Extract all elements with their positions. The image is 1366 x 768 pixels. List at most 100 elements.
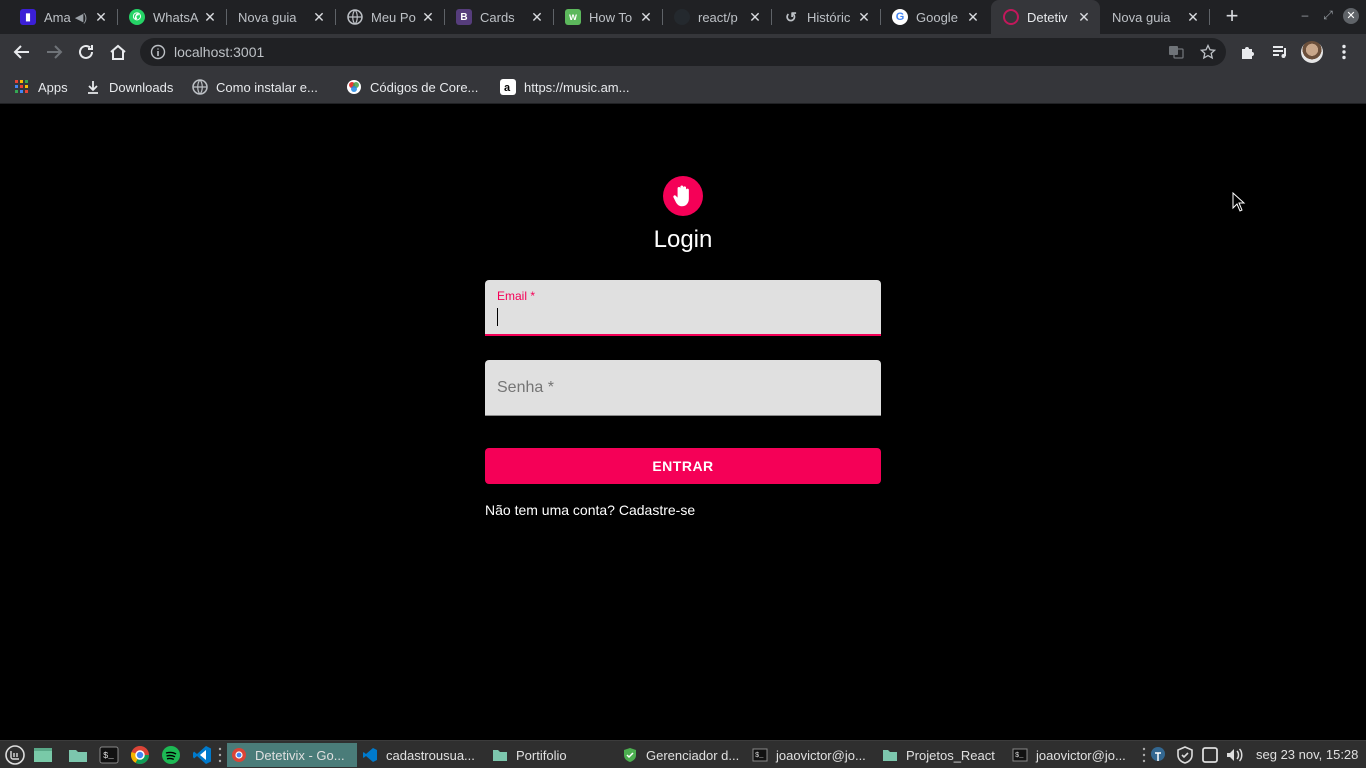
address-bar[interactable]: localhost:3001 xyxy=(140,38,1226,66)
taskbar-window-cadastro[interactable]: cadastrousua... xyxy=(358,743,483,767)
speaker-icon[interactable]: ◀) xyxy=(75,11,87,24)
back-arrow-icon xyxy=(13,45,29,59)
close-icon[interactable]: ✕ xyxy=(93,9,109,26)
translate-icon[interactable] xyxy=(1168,44,1184,60)
start-menu-icon[interactable] xyxy=(5,745,25,765)
vscode-icon xyxy=(363,748,377,762)
bookmark-como-instalar[interactable]: Como instalar e... xyxy=(192,77,318,97)
terminal-icon: $_ xyxy=(752,748,768,762)
taskbar: $_ Detetivix - Go... cadastrousua... Por… xyxy=(0,740,1366,768)
taskbar-window-detetivix[interactable]: Detetivix - Go... xyxy=(227,743,357,767)
tab-nova-guia[interactable]: Nova guia ✕ xyxy=(226,0,335,34)
taskbar-window-terminal-2[interactable]: $_ joaovictor@jo... xyxy=(1008,743,1136,767)
tab-how-to[interactable]: w How To ✕ xyxy=(553,0,662,34)
home-icon xyxy=(110,44,126,60)
tab-detetivix[interactable]: Detetiv ✕ xyxy=(991,0,1100,34)
puzzle-icon xyxy=(1242,47,1254,59)
close-icon[interactable]: ✕ xyxy=(202,9,218,26)
address-text[interactable]: localhost:3001 xyxy=(174,44,264,60)
close-icon[interactable]: ✕ xyxy=(1185,9,1201,26)
star-icon[interactable] xyxy=(1200,44,1216,60)
tab-title: How To xyxy=(589,9,633,25)
back-button[interactable] xyxy=(10,40,34,64)
spotify-icon[interactable] xyxy=(161,745,181,765)
close-icon[interactable]: ✕ xyxy=(638,9,654,26)
download-icon xyxy=(85,79,101,95)
volume-icon[interactable] xyxy=(1224,745,1244,765)
folder-icon xyxy=(883,750,897,761)
vscode-icon[interactable] xyxy=(192,745,212,765)
google-icon: G xyxy=(892,9,908,25)
tab-title: Históric xyxy=(807,9,851,25)
close-icon[interactable]: ✕ xyxy=(529,9,545,26)
tab-react[interactable]: react/p ✕ xyxy=(662,0,771,34)
tab-cards[interactable]: B Cards ✕ xyxy=(444,0,553,34)
close-window-icon[interactable]: ✕ xyxy=(1343,8,1359,24)
taskbar-window-portifolio[interactable]: Portifolio xyxy=(488,743,613,767)
amazon-music-icon: ▮ xyxy=(20,9,36,25)
tab-historico[interactable]: ↺ Históric ✕ xyxy=(771,0,880,34)
taskbar-window-projetos-react[interactable]: Projetos_React xyxy=(878,743,1004,767)
terminal-icon[interactable]: $_ xyxy=(99,745,119,765)
close-icon[interactable]: ✕ xyxy=(420,9,436,26)
email-input[interactable] xyxy=(497,306,869,328)
bookmark-downloads[interactable]: Downloads xyxy=(85,77,173,97)
senha-field[interactable]: Senha * xyxy=(485,360,881,416)
home-button[interactable] xyxy=(106,40,130,64)
folder-icon[interactable] xyxy=(68,745,88,765)
info-icon[interactable] xyxy=(150,44,166,60)
minimize-icon[interactable]: – xyxy=(1297,8,1313,22)
close-icon[interactable]: ✕ xyxy=(1076,9,1092,26)
tab-nova-guia-2[interactable]: Nova guia ✕ xyxy=(1100,0,1209,34)
close-icon[interactable]: ✕ xyxy=(747,9,763,26)
email-field[interactable]: Email * xyxy=(485,280,881,336)
restore-icon[interactable]: ⤢ xyxy=(1320,8,1336,23)
tab-meu-portfolio[interactable]: Meu Po ✕ xyxy=(335,0,444,34)
media-button[interactable] xyxy=(1268,40,1292,64)
browser-toolbar: localhost:3001 xyxy=(0,34,1366,70)
tab-google[interactable]: G Google ✕ xyxy=(880,0,989,34)
menu-button[interactable] xyxy=(1332,40,1356,64)
hand-stop-icon xyxy=(663,176,703,216)
new-tab-button[interactable]: + xyxy=(1220,5,1244,29)
postgres-icon[interactable] xyxy=(1148,745,1168,765)
window-label: Portifolio xyxy=(516,747,567,763)
window-label: joaovictor@jo... xyxy=(776,747,866,763)
window-tray-icon[interactable] xyxy=(1200,745,1220,765)
tab-title: Detetiv xyxy=(1027,9,1068,25)
bootstrap-icon: B xyxy=(456,9,472,25)
login-page: Login Email * Senha * ENTRAR Não tem uma… xyxy=(0,104,1366,740)
bookmark-music-amazon[interactable]: a https://music.am... xyxy=(500,77,629,97)
taskbar-window-terminal-1[interactable]: $_ joaovictor@jo... xyxy=(748,743,874,767)
profile-avatar[interactable] xyxy=(1301,41,1323,63)
window-label: cadastrousua... xyxy=(386,747,475,763)
folder-icon xyxy=(493,750,507,761)
forward-button[interactable] xyxy=(42,40,66,64)
forward-arrow-icon xyxy=(47,45,63,59)
entrar-button[interactable]: ENTRAR xyxy=(485,448,881,484)
bookmark-apps[interactable]: Apps xyxy=(14,77,68,97)
clock[interactable]: seg 23 nov, 15:28 xyxy=(1256,747,1358,762)
reload-icon xyxy=(79,44,93,59)
extensions-button[interactable] xyxy=(1236,40,1260,64)
close-icon[interactable]: ✕ xyxy=(856,9,872,26)
tray-separator xyxy=(1140,745,1148,765)
terminal-icon: $_ xyxy=(1012,748,1028,762)
desktop-icon[interactable] xyxy=(33,745,53,765)
close-icon[interactable]: ✕ xyxy=(965,9,981,26)
mouse-pointer-icon xyxy=(1232,192,1246,212)
tab-whatsapp[interactable]: ✆ WhatsA ✕ xyxy=(117,0,226,34)
howto-icon: w xyxy=(565,9,581,25)
taskbar-window-gerenciador[interactable]: Gerenciador d... xyxy=(618,743,744,767)
window-label: Detetivix - Go... xyxy=(255,747,345,763)
signup-link[interactable]: Não tem uma conta? Cadastre-se xyxy=(485,502,695,518)
history-icon: ↺ xyxy=(785,8,797,25)
tab-amazon-music[interactable]: ▮ Ama ◀) ✕ xyxy=(8,0,117,34)
shield-tray-icon[interactable] xyxy=(1175,745,1195,765)
chrome-icon[interactable] xyxy=(130,745,150,765)
github-icon xyxy=(674,9,690,25)
close-icon[interactable]: ✕ xyxy=(311,9,327,26)
reload-button[interactable] xyxy=(74,40,98,64)
bookmark-codigos-cores[interactable]: Códigos de Core... xyxy=(346,77,478,97)
whatsapp-icon: ✆ xyxy=(129,9,145,25)
